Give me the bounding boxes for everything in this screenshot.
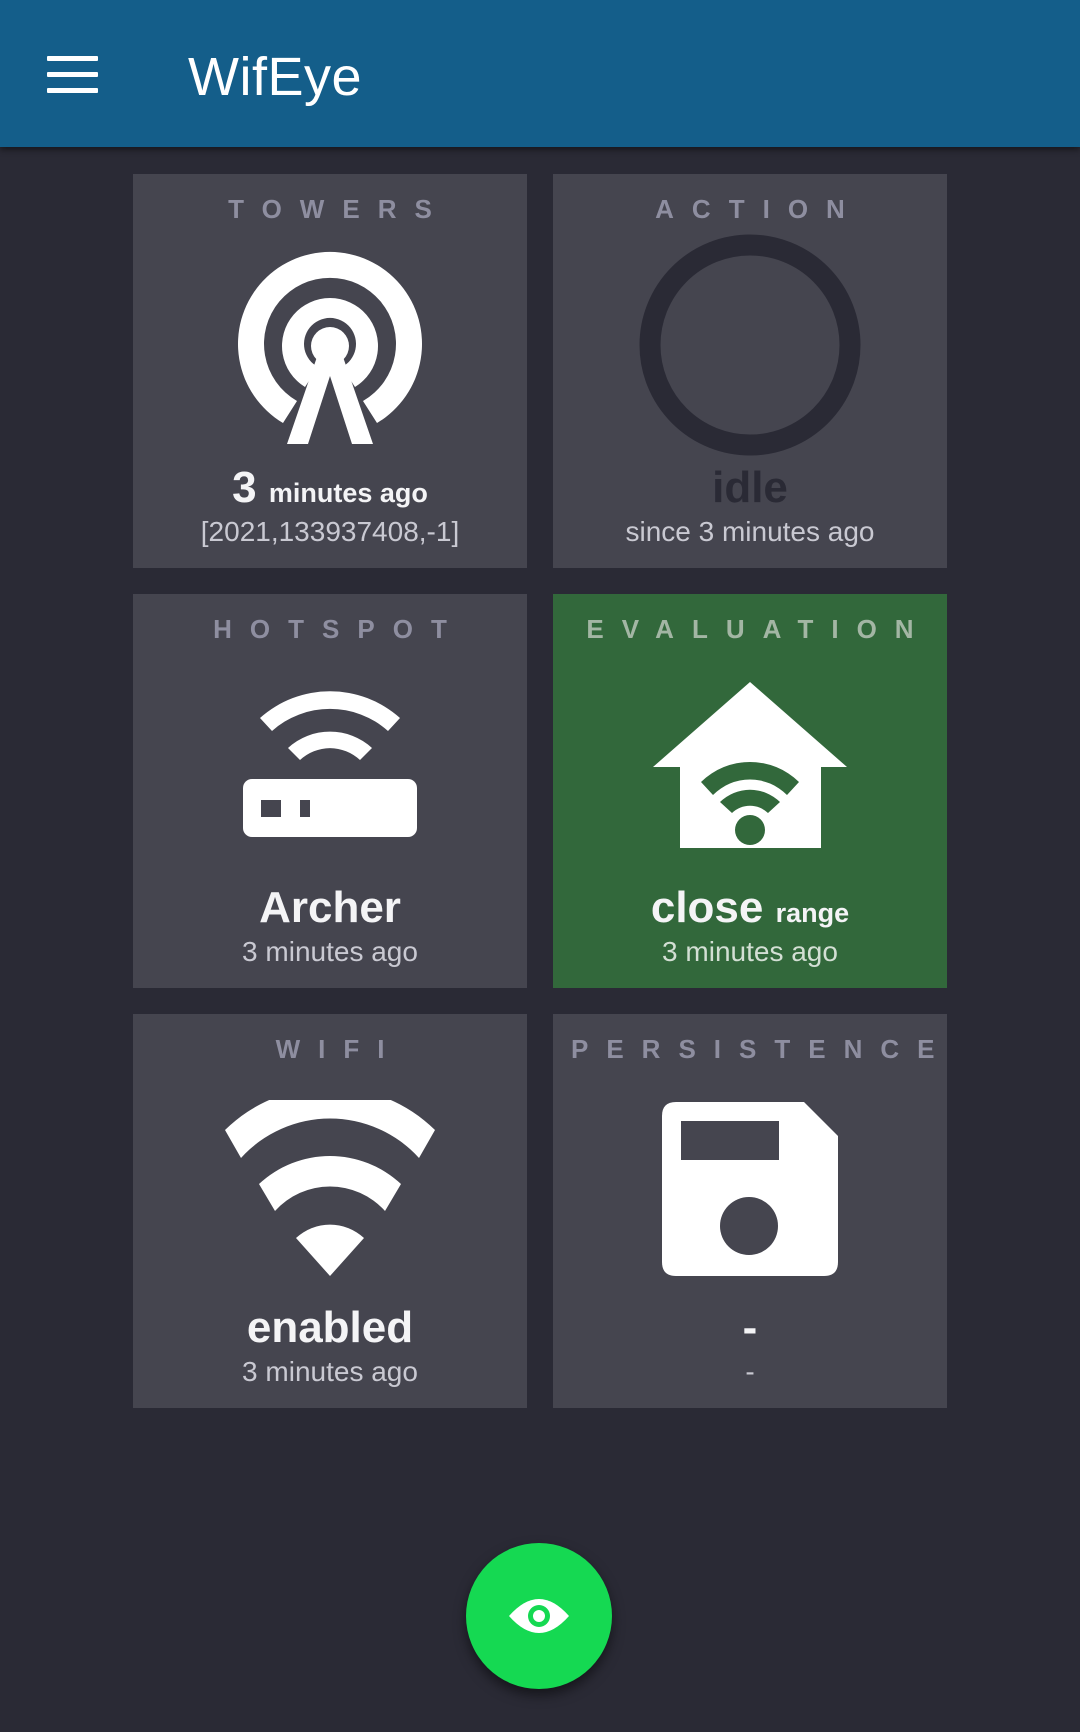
tile-evaluation[interactable]: EVALUATION close range 3 minutes ago [553,594,947,988]
action-since: since 3 minutes ago [625,516,875,547]
hamburger-icon-line [47,72,98,77]
hotspot-name: Archer [259,883,401,932]
router-icon [243,691,417,837]
tile-wifi[interactable]: WIFI enabled 3 minutes ago [133,1014,527,1408]
tile-persistence[interactable]: PERSISTENCE - - [553,1014,947,1408]
evaluation-age: 3 minutes ago [662,936,838,967]
ring-icon [639,234,861,456]
towers-age-unit: minutes ago [268,478,428,508]
home-wifi-icon [653,682,847,848]
evaluation-status: close range [553,886,947,930]
persistence-status: - [742,1303,758,1352]
scan-fab-button[interactable] [466,1543,612,1689]
evaluation-word: close [650,883,764,932]
wifi-icon [225,1100,435,1276]
towers-age-number: 3 [232,463,257,512]
tile-action[interactable]: ACTION idle since 3 minutes ago [553,174,947,568]
hamburger-icon [47,56,98,61]
tile-label: PERSISTENCE [571,1034,953,1064]
floppy-disk-icon [662,1102,838,1276]
app-bar: WifEye [0,0,1080,147]
menu-button[interactable] [36,42,110,106]
action-status: idle [712,463,788,512]
eye-icon [509,1599,569,1633]
towers-cell-id: [2021,133937408,-1] [200,516,460,547]
tile-label: TOWERS [228,194,450,224]
evaluation-unit: range [775,898,850,928]
hamburger-icon-line [47,88,98,93]
app-title: WifEye [188,47,363,107]
wifi-status: enabled [246,1303,414,1352]
tile-label: ACTION [655,194,863,224]
tile-towers[interactable]: TOWERS 3 minutes ago [2021,133937408,-1] [133,174,527,568]
antenna-icon [238,251,422,444]
persistence-age: - [745,1356,755,1387]
tile-label: WIFI [275,1034,403,1064]
hotspot-age: 3 minutes ago [242,936,418,967]
tile-label: EVALUATION [586,614,932,644]
wifi-age: 3 minutes ago [242,1356,418,1387]
tile-hotspot[interactable]: HOTSPOT Archer 3 minutes ago [133,594,527,988]
towers-status: 3 minutes ago [133,466,527,510]
tile-label: HOTSPOT [213,614,465,644]
